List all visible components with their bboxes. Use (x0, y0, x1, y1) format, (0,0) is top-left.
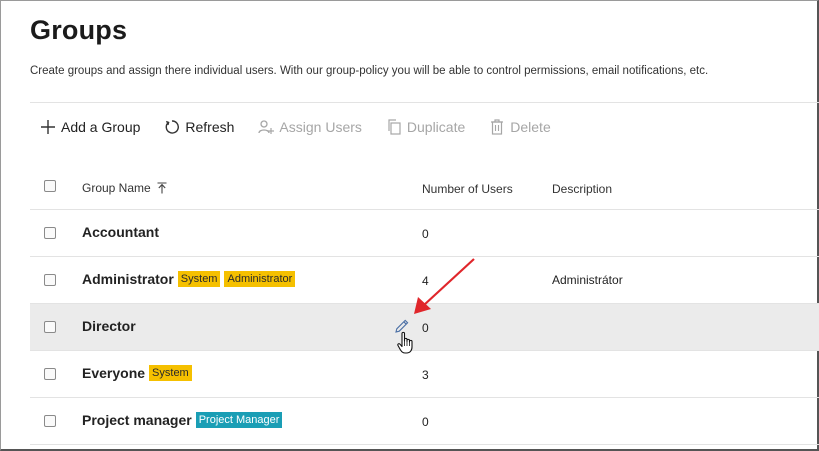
group-name: Project manager (82, 412, 192, 428)
system-badge: System (149, 365, 192, 381)
assign-users-label: Assign Users (279, 119, 362, 135)
description-header[interactable]: Description (552, 182, 612, 196)
group-name: Everyone (82, 365, 146, 381)
duplicate-icon (388, 119, 401, 135)
refresh-button[interactable]: Refresh (164, 119, 234, 135)
users-count-cell: 0 (422, 321, 429, 335)
group-name: Accountant (82, 224, 159, 240)
refresh-icon (166, 120, 180, 134)
delete-label: Delete (510, 119, 551, 135)
add-user-icon (258, 120, 275, 134)
row-checkbox[interactable] (44, 227, 56, 239)
group-name: Director (82, 318, 136, 334)
group-name-header[interactable]: Group Name (82, 181, 168, 195)
trash-icon (491, 119, 504, 135)
group-name-cell: Director (82, 318, 136, 334)
page-subtitle: Create groups and assign there individua… (30, 65, 709, 77)
page-title: Groups (30, 15, 128, 45)
table-row[interactable]: Everyone System 3 (30, 351, 819, 398)
table-row[interactable]: Administrator System Administrator 4 Adm… (30, 257, 819, 304)
row-checkbox[interactable] (44, 274, 56, 286)
assign-users-button[interactable]: Assign Users (258, 119, 362, 135)
table-row[interactable]: Director 0 (30, 304, 819, 351)
add-group-button[interactable]: Add a Group (40, 119, 140, 135)
group-name-header-label: Group Name (82, 181, 151, 195)
select-all-checkbox[interactable] (44, 180, 56, 192)
refresh-label: Refresh (185, 119, 235, 135)
row-checkbox[interactable] (44, 368, 56, 380)
row-checkbox[interactable] (44, 415, 56, 427)
groups-table: Group Name Number of Users Description A… (30, 164, 819, 445)
group-name-cell: Administrator System Administrator (82, 271, 296, 287)
project-manager-badge: Project Manager (195, 412, 283, 428)
administrator-badge: Administrator (224, 271, 296, 287)
users-count-cell: 0 (422, 415, 429, 429)
table-row[interactable]: Accountant 0 (30, 210, 819, 257)
users-count-cell: 4 (422, 274, 429, 288)
toolbar: Add a Group Refresh Assign Users Duplica… (40, 115, 575, 139)
table-row[interactable]: Project manager Project Manager 0 (30, 398, 819, 445)
users-count-cell: 3 (422, 368, 429, 382)
row-checkbox[interactable] (44, 321, 56, 333)
sort-ascending-icon (157, 182, 167, 194)
add-group-label: Add a Group (61, 119, 141, 135)
duplicate-label: Duplicate (406, 119, 466, 135)
users-count-cell: 0 (422, 227, 429, 241)
group-name-cell: Project manager Project Manager (82, 412, 283, 428)
system-badge: System (177, 271, 221, 287)
group-name: Administrator (82, 271, 174, 287)
plus-icon (41, 120, 55, 134)
group-name-cell: Accountant (82, 224, 159, 240)
hand-cursor-icon (397, 331, 413, 354)
description-cell: Administrátor (552, 273, 623, 287)
table-header-row: Group Name Number of Users Description (30, 164, 819, 210)
toolbar-divider (30, 102, 819, 103)
group-name-cell: Everyone System (82, 365, 192, 381)
duplicate-button[interactable]: Duplicate (386, 119, 465, 135)
delete-button[interactable]: Delete (489, 119, 551, 135)
number-of-users-header[interactable]: Number of Users (422, 182, 513, 196)
